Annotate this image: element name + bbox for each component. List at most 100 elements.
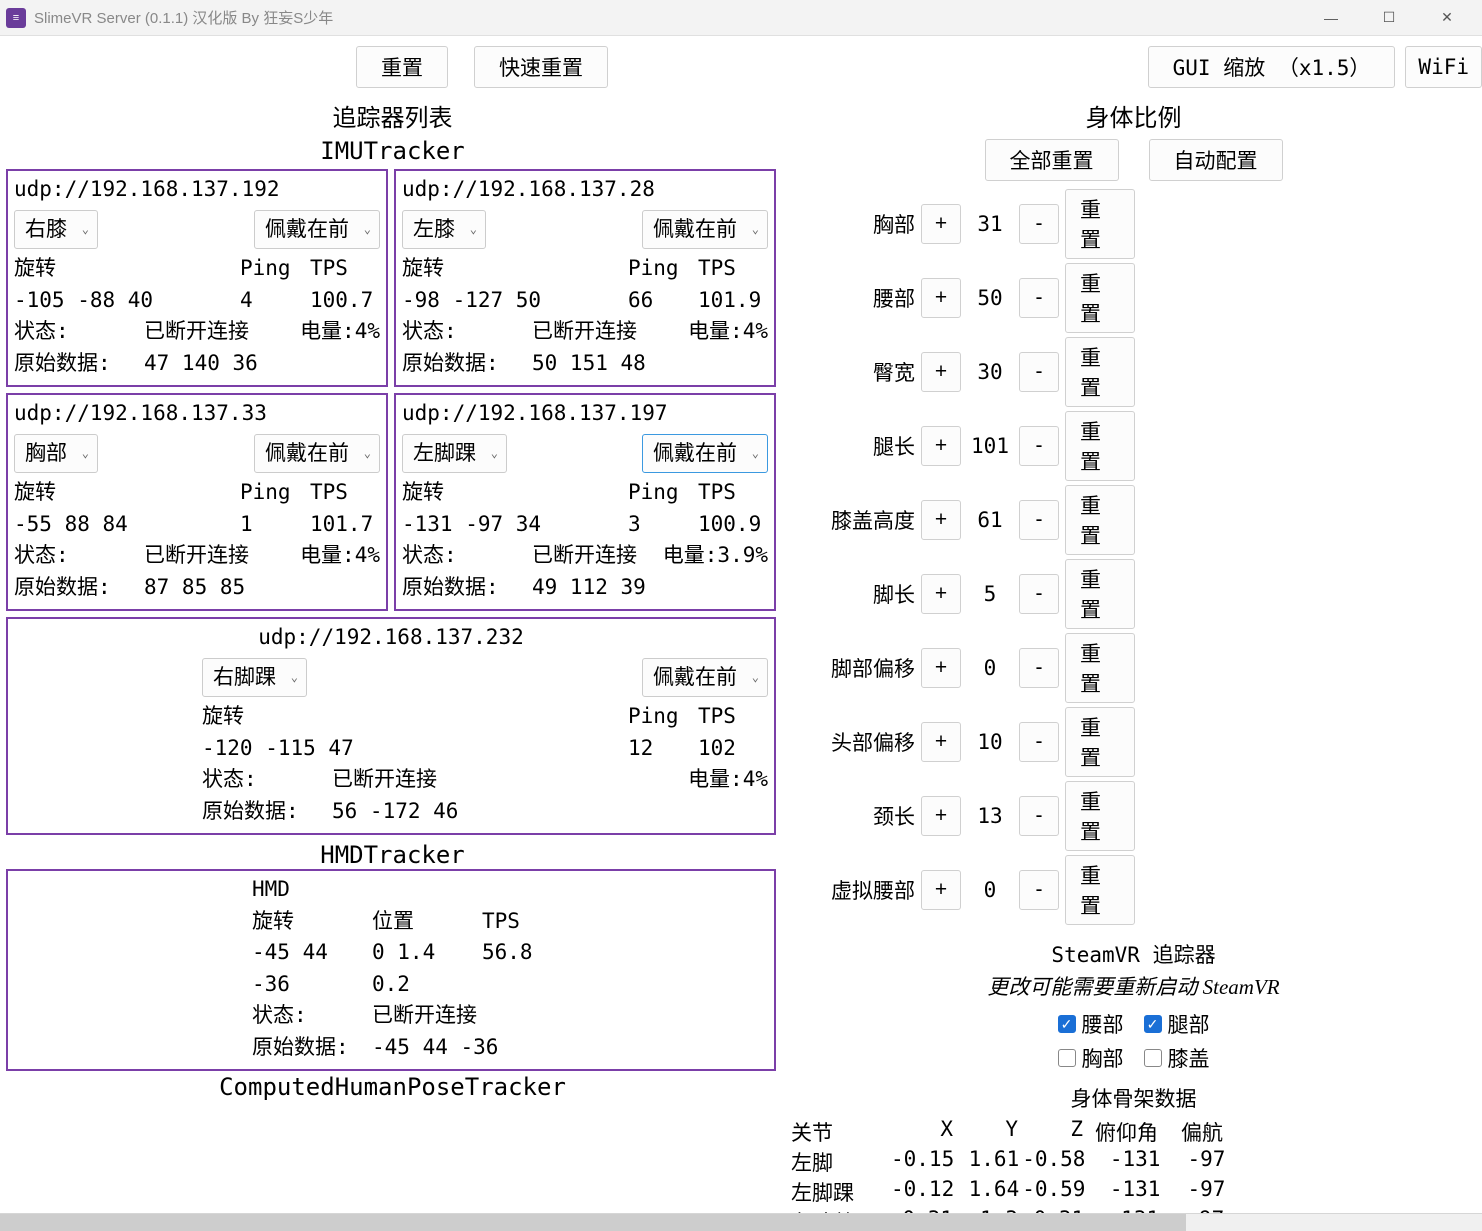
label-raw: 原始数据: — [402, 348, 532, 380]
proportion-reset-button[interactable]: 重置 — [1065, 781, 1135, 851]
decrement-button[interactable]: - — [1019, 574, 1059, 614]
label-raw: 原始数据: — [252, 1032, 372, 1064]
hmd-status: 已断开连接 — [372, 1000, 477, 1032]
chevron-down-icon: ⌄ — [364, 220, 371, 238]
increment-button[interactable]: + — [921, 426, 961, 466]
body-part-dropdown[interactable]: 右膝⌄ — [14, 210, 98, 250]
joint-z: -0.58 — [1022, 1147, 1088, 1177]
proportion-value: 31 — [967, 212, 1013, 236]
proportion-value: 101 — [967, 434, 1013, 458]
minimize-button[interactable]: — — [1302, 0, 1360, 36]
proportion-row: 腿长 + 101 - 重置 — [785, 409, 1482, 483]
decrement-button[interactable]: - — [1019, 870, 1059, 910]
horizontal-scrollbar[interactable] — [0, 1213, 1482, 1231]
tracker-ping: 3 — [628, 509, 698, 541]
tracker-status: 已断开连接 — [144, 316, 300, 348]
label-raw: 原始数据: — [14, 572, 144, 604]
tracker-rotation: -98 -127 50 — [402, 285, 628, 317]
proportion-reset-button[interactable]: 重置 — [1065, 707, 1135, 777]
proportion-reset-button[interactable]: 重置 — [1065, 263, 1135, 333]
decrement-button[interactable]: - — [1019, 426, 1059, 466]
checkbox-knees[interactable]: 膝盖 — [1144, 1043, 1210, 1073]
check-icon: ✓ — [1144, 1015, 1162, 1033]
hmd-raw: -45 44 -36 — [372, 1032, 498, 1064]
body-part-dropdown[interactable]: 胸部⌄ — [14, 434, 98, 474]
reset-button[interactable]: 重置 — [356, 46, 448, 88]
decrement-button[interactable]: - — [1019, 204, 1059, 244]
decrement-button[interactable]: - — [1019, 278, 1059, 318]
proportion-value: 30 — [967, 360, 1013, 384]
increment-button[interactable]: + — [921, 722, 961, 762]
close-button[interactable]: ✕ — [1418, 0, 1476, 36]
label-rotation: 旋转 — [202, 701, 628, 733]
proportion-reset-button[interactable]: 重置 — [1065, 633, 1135, 703]
proportion-reset-button[interactable]: 重置 — [1065, 559, 1135, 629]
joint-name: 左脚踝 — [791, 1177, 891, 1207]
tracker-raw: 56 -172 46 — [332, 796, 458, 828]
hmd-card: HMD 旋转 位置 TPS -45 44 -36 0 1.4 0.2 56.8 … — [6, 869, 776, 1071]
wear-position-dropdown[interactable]: 佩戴在前⌄ — [642, 434, 768, 474]
increment-button[interactable]: + — [921, 870, 961, 910]
increment-button[interactable]: + — [921, 796, 961, 836]
gui-zoom-button[interactable]: GUI 缩放 （x1.5） — [1148, 46, 1396, 88]
proportion-reset-button[interactable]: 重置 — [1065, 189, 1135, 259]
proportion-value: 10 — [967, 730, 1013, 754]
proportion-value: 13 — [967, 804, 1013, 828]
increment-button[interactable]: + — [921, 352, 961, 392]
check-icon: ✓ — [1058, 1015, 1076, 1033]
decrement-button[interactable]: - — [1019, 796, 1059, 836]
wear-position-dropdown[interactable]: 佩戴在前⌄ — [254, 434, 380, 474]
wear-position-dropdown[interactable]: 佩戴在前⌄ — [254, 210, 380, 250]
reset-all-button[interactable]: 全部重置 — [985, 139, 1119, 181]
proportion-reset-button[interactable]: 重置 — [1065, 411, 1135, 481]
proportion-label: 脚长 — [795, 579, 915, 609]
body-part-dropdown[interactable]: 右脚踝⌄ — [202, 658, 307, 698]
hmd-tps: 56.8 — [482, 937, 533, 1000]
chevron-down-icon: ⌄ — [364, 444, 371, 462]
proportion-row: 臀宽 + 30 - 重置 — [785, 335, 1482, 409]
label-tps: TPS — [698, 253, 768, 285]
checkbox-chest[interactable]: 胸部 — [1058, 1043, 1124, 1073]
decrement-button[interactable]: - — [1019, 722, 1059, 762]
proportion-reset-button[interactable]: 重置 — [1065, 485, 1135, 555]
hmd-tracker-title: HMDTracker — [6, 841, 779, 869]
tracker-ping: 12 — [628, 733, 698, 765]
tracker-tps: 100.7 — [310, 285, 380, 317]
body-part-dropdown[interactable]: 左膝⌄ — [402, 210, 486, 250]
wear-position-dropdown[interactable]: 佩戴在前⌄ — [642, 658, 768, 698]
increment-button[interactable]: + — [921, 278, 961, 318]
checkbox-legs[interactable]: ✓腿部 — [1144, 1009, 1210, 1039]
skeleton-title: 身体骨架数据 — [785, 1083, 1482, 1113]
decrement-button[interactable]: - — [1019, 648, 1059, 688]
maximize-button[interactable]: ☐ — [1360, 0, 1418, 36]
tracker-rotation: -55 88 84 — [14, 509, 240, 541]
increment-button[interactable]: + — [921, 648, 961, 688]
tracker-raw: 49 112 39 — [532, 572, 646, 604]
joint-yaw: -97 — [1163, 1147, 1228, 1177]
tracker-address: udp://192.168.137.28 — [402, 174, 768, 206]
decrement-button[interactable]: - — [1019, 500, 1059, 540]
wifi-button[interactable]: WiFi — [1405, 46, 1482, 88]
label-tps: TPS — [698, 701, 768, 733]
auto-config-button[interactable]: 自动配置 — [1149, 139, 1283, 181]
increment-button[interactable]: + — [921, 500, 961, 540]
body-part-dropdown[interactable]: 左脚踝⌄ — [402, 434, 507, 474]
label-raw: 原始数据: — [402, 572, 532, 604]
titlebar: ≡ SlimeVR Server (0.1.1) 汉化版 By 狂妄S少年 — … — [0, 0, 1482, 36]
proportion-reset-button[interactable]: 重置 — [1065, 855, 1135, 925]
label-status: 状态: — [252, 1000, 372, 1032]
fast-reset-button[interactable]: 快速重置 — [474, 46, 608, 88]
label-status: 状态: — [402, 316, 532, 348]
wear-position-dropdown[interactable]: 佩戴在前⌄ — [642, 210, 768, 250]
proportion-reset-button[interactable]: 重置 — [1065, 337, 1135, 407]
increment-button[interactable]: + — [921, 574, 961, 614]
decrement-button[interactable]: - — [1019, 352, 1059, 392]
tracker-card: udp://192.168.137.197 左脚踝⌄ 佩戴在前⌄ 旋转 Ping… — [394, 393, 776, 611]
joint-name: 左脚 — [791, 1147, 891, 1177]
tracker-battery: 电量:4% — [688, 764, 768, 796]
increment-button[interactable]: + — [921, 204, 961, 244]
proportion-label: 腰部 — [795, 283, 915, 313]
proportion-row: 腰部 + 50 - 重置 — [785, 261, 1482, 335]
checkbox-waist[interactable]: ✓腰部 — [1058, 1009, 1124, 1039]
tracker-battery: 电量:3.9% — [663, 540, 768, 572]
